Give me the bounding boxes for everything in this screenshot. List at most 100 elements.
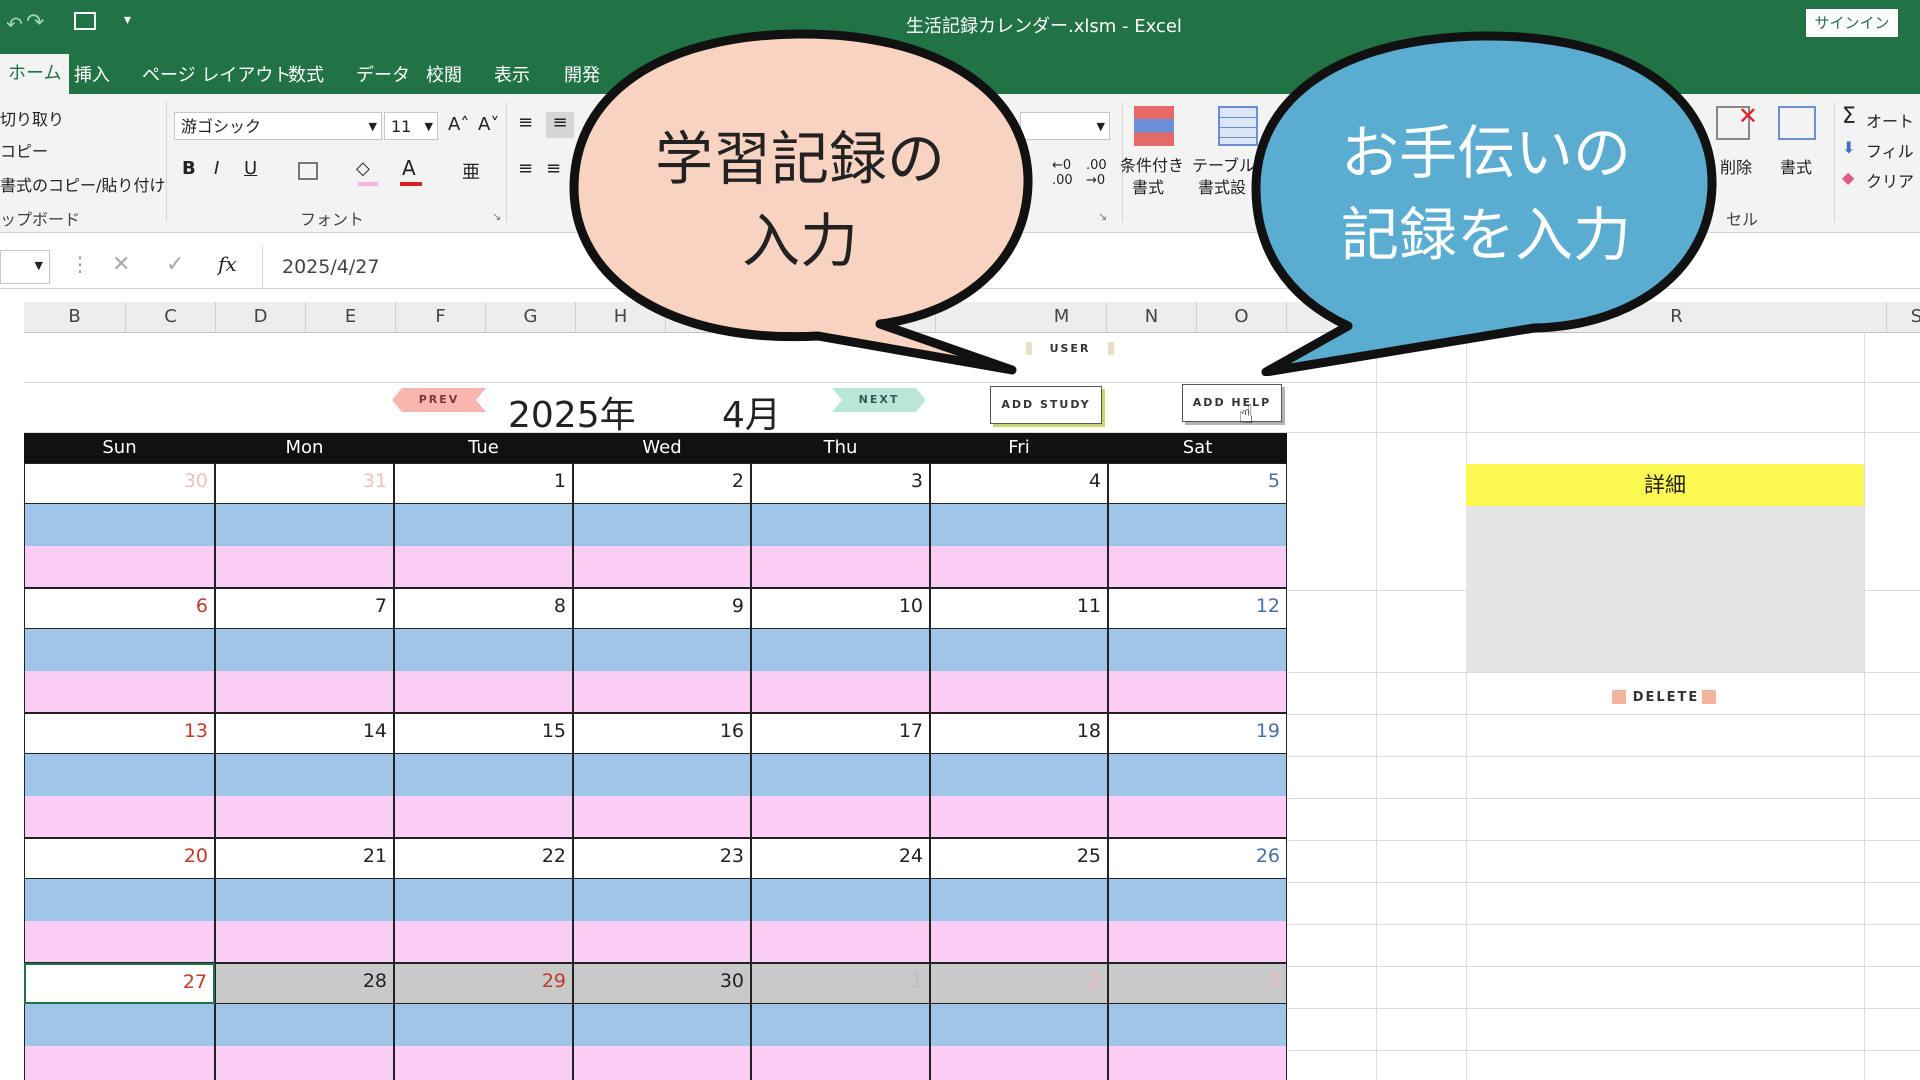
format-painter-button[interactable]: 書式のコピー/貼り付け xyxy=(0,172,165,196)
help-row-cell[interactable] xyxy=(751,921,930,963)
clear-button[interactable]: クリア xyxy=(1866,168,1914,192)
help-row-cell[interactable] xyxy=(930,796,1108,838)
calendar-date-cell[interactable]: 12 xyxy=(1108,588,1287,629)
column-header[interactable]: C xyxy=(126,302,216,332)
calendar-date-cell[interactable]: 16 xyxy=(573,713,751,754)
fill-button[interactable]: フィル xyxy=(1866,138,1914,162)
calendar-date-cell[interactable]: 28 xyxy=(215,963,394,1004)
help-row-cell[interactable] xyxy=(215,921,394,963)
study-row-cell[interactable] xyxy=(215,879,394,921)
study-row-cell[interactable] xyxy=(394,504,573,546)
study-row-cell[interactable] xyxy=(24,879,215,921)
calendar-date-cell[interactable]: 17 xyxy=(751,713,930,754)
help-row-cell[interactable] xyxy=(394,921,573,963)
study-row-cell[interactable] xyxy=(751,504,930,546)
cancel-icon[interactable]: ✕ xyxy=(112,252,130,277)
underline-button[interactable]: U xyxy=(244,158,257,179)
calendar-date-cell[interactable]: 19 xyxy=(1108,713,1287,754)
calendar-date-cell[interactable]: 8 xyxy=(394,588,573,629)
calendar-date-cell[interactable]: 23 xyxy=(573,838,751,879)
study-row-cell[interactable] xyxy=(215,1004,394,1046)
study-row-cell[interactable] xyxy=(394,754,573,796)
undo-icon[interactable]: ↶ xyxy=(6,12,23,36)
autosum-icon[interactable]: Σ xyxy=(1842,104,1856,129)
cut-button[interactable]: 切り取り xyxy=(0,106,64,130)
help-row-cell[interactable] xyxy=(573,921,751,963)
calendar-date-cell[interactable]: 30 xyxy=(573,963,751,1004)
dialog-launcher-icon[interactable]: ↘ xyxy=(492,210,501,223)
help-row-cell[interactable] xyxy=(394,546,573,588)
increase-decimal-icon[interactable]: ←0.00 xyxy=(1052,158,1073,188)
calendar-date-cell[interactable]: 29 xyxy=(394,963,573,1004)
help-row-cell[interactable] xyxy=(1108,1046,1287,1080)
column-header[interactable]: F xyxy=(396,302,486,332)
study-row-cell[interactable] xyxy=(930,1004,1108,1046)
help-row-cell[interactable] xyxy=(751,1046,930,1080)
calendar-date-cell[interactable]: 26 xyxy=(1108,838,1287,879)
delete-cells-button[interactable]: 削除 xyxy=(1720,154,1752,178)
add-study-button[interactable]: ADD STUDY xyxy=(990,386,1102,424)
help-row-cell[interactable] xyxy=(573,1046,751,1080)
study-row-cell[interactable] xyxy=(751,879,930,921)
column-header[interactable]: D xyxy=(216,302,306,332)
signin-button[interactable]: サインイン xyxy=(1806,9,1898,37)
study-row-cell[interactable] xyxy=(930,754,1108,796)
study-row-cell[interactable] xyxy=(394,879,573,921)
help-row-cell[interactable] xyxy=(751,671,930,713)
grow-font-icon[interactable]: A˄ xyxy=(448,114,469,135)
calendar-date-cell[interactable]: 31 xyxy=(215,463,394,504)
help-row-cell[interactable] xyxy=(573,796,751,838)
calendar-date-cell[interactable]: 21 xyxy=(215,838,394,879)
eraser-icon[interactable]: ◆ xyxy=(1842,168,1854,187)
autosum-button[interactable]: オート S xyxy=(1866,108,1920,132)
help-row-cell[interactable] xyxy=(930,671,1108,713)
calendar-date-cell[interactable]: 14 xyxy=(215,713,394,754)
calendar-date-cell[interactable]: 18 xyxy=(930,713,1108,754)
tab-page-layout[interactable]: ページ レイアウト xyxy=(134,58,299,94)
redo-icon[interactable]: ↷ xyxy=(26,10,44,35)
help-row-cell[interactable] xyxy=(394,796,573,838)
calendar-date-cell[interactable]: 22 xyxy=(394,838,573,879)
fill-down-icon[interactable]: ⬇ xyxy=(1842,138,1855,157)
study-row-cell[interactable] xyxy=(573,629,751,671)
insert-function-icon[interactable]: fx xyxy=(218,252,237,276)
help-row-cell[interactable] xyxy=(215,1046,394,1080)
calendar-date-cell[interactable]: 11 xyxy=(930,588,1108,629)
column-header[interactable]: S xyxy=(1887,302,1920,332)
add-help-button[interactable]: ADD HELP xyxy=(1182,384,1282,422)
study-row-cell[interactable] xyxy=(573,504,751,546)
study-row-cell[interactable] xyxy=(1108,504,1287,546)
help-row-cell[interactable] xyxy=(573,546,751,588)
bold-button[interactable]: B xyxy=(182,158,196,179)
help-row-cell[interactable] xyxy=(24,546,215,588)
help-row-cell[interactable] xyxy=(751,796,930,838)
detail-body[interactable] xyxy=(1466,506,1864,672)
study-row-cell[interactable] xyxy=(751,754,930,796)
help-row-cell[interactable] xyxy=(215,546,394,588)
study-row-cell[interactable] xyxy=(930,629,1108,671)
help-row-cell[interactable] xyxy=(930,546,1108,588)
delete-button[interactable]: DELETE xyxy=(1630,690,1702,705)
help-row-cell[interactable] xyxy=(573,671,751,713)
calendar-date-cell[interactable]: 27 xyxy=(24,963,215,1004)
study-row-cell[interactable] xyxy=(573,879,751,921)
calendar-date-cell[interactable]: 25 xyxy=(930,838,1108,879)
column-header[interactable]: B xyxy=(24,302,126,332)
borders-icon[interactable] xyxy=(298,162,318,180)
tab-home[interactable]: ホーム xyxy=(0,54,70,94)
calendar-date-cell[interactable]: 2 xyxy=(930,963,1108,1004)
name-box[interactable]: ▼ xyxy=(0,250,50,284)
tab-review[interactable]: 校閲 xyxy=(418,58,470,94)
help-row-cell[interactable] xyxy=(394,671,573,713)
conditional-format-icon[interactable] xyxy=(1134,106,1174,146)
study-row-cell[interactable] xyxy=(24,754,215,796)
study-row-cell[interactable] xyxy=(24,1004,215,1046)
format-cells-icon[interactable] xyxy=(1778,106,1816,140)
formula-input[interactable]: 2025/4/27 xyxy=(282,256,379,278)
calendar-date-cell[interactable]: 10 xyxy=(751,588,930,629)
help-row-cell[interactable] xyxy=(1108,671,1287,713)
calendar-date-cell[interactable]: 7 xyxy=(215,588,394,629)
decrease-decimal-icon[interactable]: .00 →0 xyxy=(1086,158,1107,188)
study-row-cell[interactable] xyxy=(394,1004,573,1046)
align-left-icon[interactable]: ≡ xyxy=(518,158,533,179)
